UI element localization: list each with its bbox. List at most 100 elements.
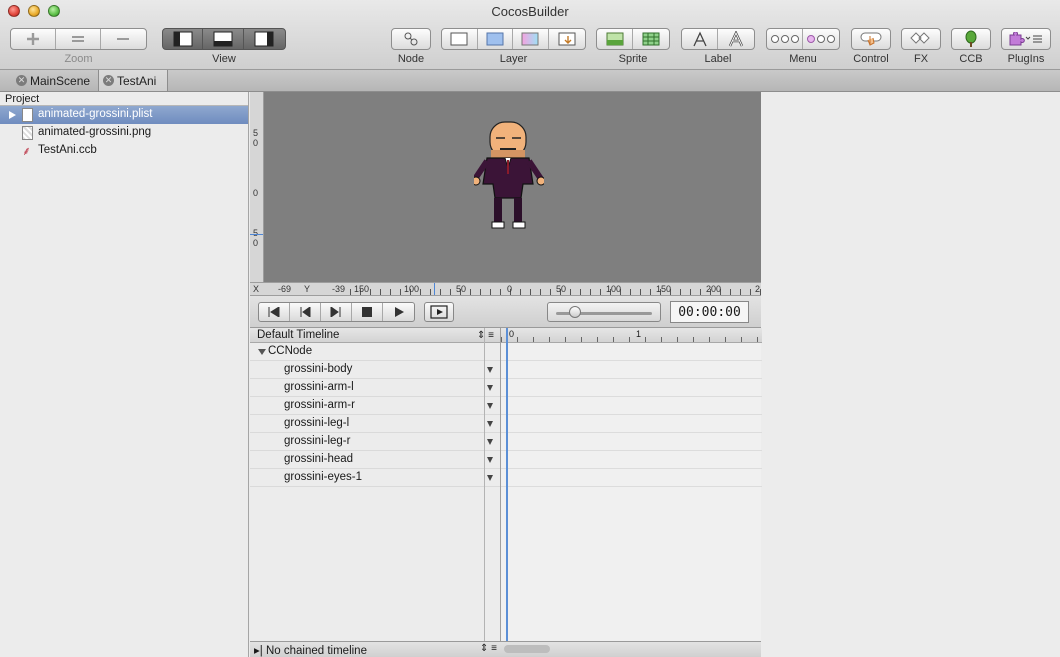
property-menu-icon[interactable] [487,403,493,409]
file-row-plist[interactable]: animated-grossini.plist [0,106,248,124]
zoom-reset-button[interactable] [56,29,101,49]
stop-button[interactable] [352,303,383,321]
slider-knob[interactable] [569,306,581,318]
timeline-lane[interactable] [501,379,762,397]
menu-item-button[interactable] [803,29,839,49]
popup-arrows-icon[interactable]: ⇕ ≡ [477,328,494,343]
timeline-lane[interactable] [501,469,762,487]
node-name: grossini-arm-r [284,399,355,411]
node-row[interactable]: grossini-arm-r [250,397,500,415]
node-row-root[interactable]: CCNode [250,343,500,361]
node-row[interactable]: grossini-body [250,361,500,379]
file-name: animated-grossini.plist [38,108,153,120]
playhead[interactable] [506,328,508,641]
popup-arrows-icon[interactable]: ⇕ ≡ [480,643,497,654]
layer-color-icon [486,32,504,46]
label-ttf-button[interactable] [682,29,719,49]
view-right-panel-button[interactable] [244,29,285,49]
property-menu-icon[interactable] [487,439,493,445]
step-forward-button[interactable] [321,303,352,321]
node-row[interactable]: grossini-leg-r [250,433,500,451]
timeline-lane[interactable] [501,397,762,415]
node-row[interactable]: grossini-head [250,451,500,469]
step-back-icon [300,307,311,317]
node-row[interactable]: grossini-arm-l [250,379,500,397]
playback-controls [258,302,415,322]
zoom-in-button[interactable] [11,29,57,49]
property-menu-icon[interactable] [487,421,493,427]
fx-button[interactable] [901,28,941,50]
horizontal-scrollbar[interactable] [504,645,550,653]
timecode-display: 00:00:00 [670,301,749,323]
ruler-tick-label: 100 [606,284,622,294]
stage-canvas[interactable] [264,92,761,282]
menu-button[interactable] [767,29,804,49]
close-tab-icon[interactable]: ✕ [16,75,27,86]
timeline-lane[interactable] [501,343,762,361]
sprite-controls [596,28,670,50]
view-left-panel-button[interactable] [163,29,204,49]
layer-color-button[interactable] [478,29,513,49]
go-to-start-button[interactable] [259,303,290,321]
layer-gradient-button[interactable] [513,29,549,49]
timeline-track-area[interactable]: 0 1 [500,328,762,641]
layer-label: Layer [499,53,528,65]
timeline-lane[interactable] [501,361,762,379]
tree-icon [965,30,977,47]
property-menu-icon[interactable] [487,457,493,463]
tab-mainscene[interactable]: ✕ MainScene [12,70,98,91]
timeline-scale-slider[interactable] [547,302,661,322]
loop-toggle-button[interactable] [424,302,454,322]
close-tab-icon[interactable]: ✕ [103,75,114,86]
grossini-sprite[interactable] [474,120,544,230]
timeline-lane[interactable] [501,433,762,451]
timeline-lane[interactable] [501,451,762,469]
node-name: grossini-arm-l [284,381,354,393]
disclosure-triangle-icon[interactable] [9,111,16,119]
label-bmfont-button[interactable] [718,29,754,49]
file-row-ccb[interactable]: ⸙ TestAni.ccb [0,142,248,160]
plugins-button[interactable] [1001,28,1051,50]
ccb-file-icon: ⸙ [22,144,32,158]
file-row-png[interactable]: animated-grossini.png [0,124,248,142]
scroll-layer-button[interactable] [549,29,585,49]
view-bottom-panel-button[interactable] [203,29,244,49]
property-menu-icon[interactable] [487,475,493,481]
node-row[interactable]: grossini-eyes-1 [250,469,500,487]
property-menu-icon[interactable] [487,367,493,373]
timeline-lane[interactable] [501,415,762,433]
step-back-button[interactable] [290,303,321,321]
puzzle-icon [1009,32,1042,46]
plus-icon [27,33,40,45]
sprite-button[interactable] [597,29,634,49]
chained-timeline-selector[interactable]: ▸| No chained timeline [254,643,367,657]
menu-item-dots-icon [807,35,835,43]
sprite-9slice-button[interactable] [633,29,669,49]
node-name: grossini-leg-l [284,417,350,429]
ruler-tick-label: 100 [404,284,420,294]
control-button[interactable] [851,28,891,50]
node-row[interactable]: grossini-leg-l [250,415,500,433]
tab-testani[interactable]: ✕ TestAni [98,70,168,91]
disclosure-triangle-icon[interactable] [258,349,266,355]
play-button[interactable] [383,303,414,321]
ccb-button[interactable] [951,28,991,50]
cocosbuilder-window: CocosBuilder Zoom View Node Layer Sprite… [0,0,1060,657]
node-name: grossini-eyes-1 [284,471,362,483]
pointer-hand-icon [860,32,882,46]
bottom-panel-icon [213,31,233,47]
chained-timeline-label: No chained timeline [265,645,367,657]
zoom-out-button[interactable] [101,29,146,49]
timeline-column-divider [484,328,485,641]
sprite-icon [606,32,623,46]
layer-controls [441,28,586,50]
timeline-ruler[interactable]: 0 1 [501,328,762,343]
play-icon [394,307,404,317]
horizontal-ruler: X -69 Y -39 150 100 50 0 50 100 150 200 … [250,282,761,296]
layer-button[interactable] [442,29,478,49]
zoom-label: Zoom [64,53,93,65]
node-button[interactable] [391,28,431,50]
property-menu-icon[interactable] [487,385,493,391]
timeline-tick-label: 1 [636,329,642,339]
timeline-selector[interactable]: Default Timeline ⇕ ≡ [250,328,500,343]
